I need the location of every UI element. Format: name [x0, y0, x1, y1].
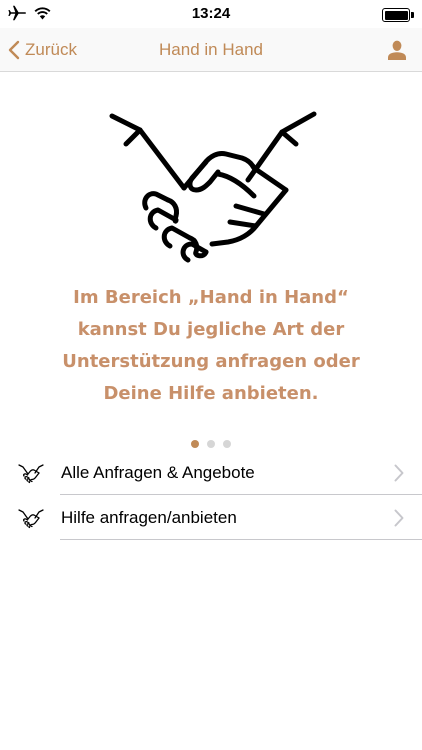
list-item-request-offer-help[interactable]: Hilfe anfragen/anbieten — [0, 495, 422, 540]
page-indicator[interactable] — [0, 440, 422, 448]
handshake-icon — [18, 464, 44, 484]
battery-icon — [382, 8, 414, 22]
info-text-line: Im Bereich „Hand in Hand“ — [73, 287, 349, 308]
page-title: Hand in Hand — [159, 40, 263, 59]
chevron-right-icon — [394, 464, 404, 482]
page-dot[interactable] — [223, 440, 231, 448]
navigation-bar: Zurück Hand in Hand — [0, 28, 422, 72]
chevron-right-icon — [394, 509, 404, 527]
handshake-icon — [109, 111, 317, 263]
info-text-line: Deine Hilfe anbieten. — [103, 383, 319, 404]
status-time: 13:24 — [191, 5, 231, 22]
info-text-line: kannst Du jegliche Art der — [77, 319, 345, 340]
profile-icon[interactable] — [386, 39, 408, 61]
page-dot-active[interactable] — [191, 440, 199, 448]
list-item-all-requests[interactable]: Alle Anfragen & Angebote — [0, 450, 422, 495]
handshake-icon — [18, 509, 44, 529]
info-text: Im Bereich „Hand in Hand“ kannst Du jegl… — [20, 282, 402, 410]
menu-list: Alle Anfragen & Angebote Hilfe anfragen/… — [0, 450, 422, 540]
page-dot[interactable] — [207, 440, 215, 448]
info-text-line: Unterstützung anfragen oder — [62, 351, 360, 372]
list-item-label: Hilfe anfragen/anbieten — [61, 507, 237, 527]
list-item-label: Alle Anfragen & Angebote — [61, 462, 255, 482]
status-bar: 13:24 — [0, 0, 422, 28]
